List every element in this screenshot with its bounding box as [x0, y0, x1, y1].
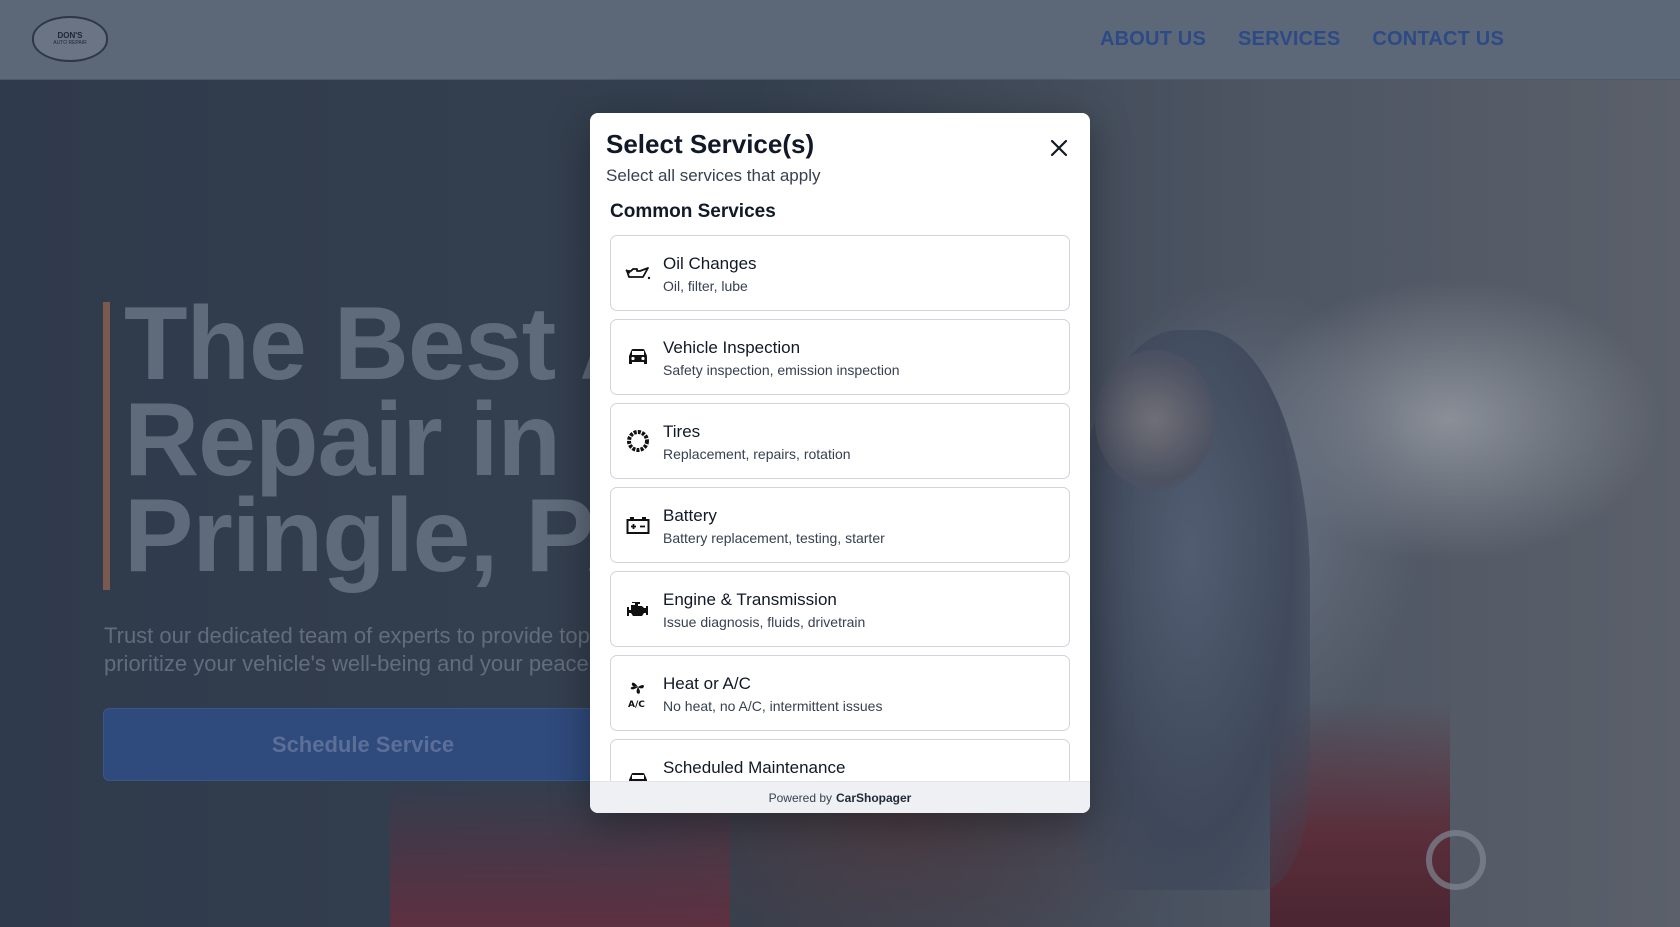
modal-footer: Powered by CarShopager — [590, 781, 1090, 813]
tire-icon — [625, 428, 651, 454]
battery-icon — [625, 512, 651, 538]
site-logo[interactable]: DON'S AUTO REPAIR — [32, 16, 108, 62]
title-accent-bar — [103, 302, 110, 590]
car-icon — [625, 768, 651, 781]
schedule-service-button[interactable]: Schedule Service — [103, 708, 623, 781]
close-button[interactable] — [1044, 133, 1074, 163]
service-list[interactable]: Oil Changes Oil, filter, lube Vehicle In… — [610, 235, 1070, 781]
service-option-battery[interactable]: Battery Battery replacement, testing, st… — [610, 487, 1070, 563]
engine-icon — [625, 596, 651, 622]
modal-subtitle: Select all services that apply — [606, 166, 821, 185]
service-option-heat-ac[interactable]: A/C Heat or A/C No heat, no A/C, intermi… — [610, 655, 1070, 731]
nav-contact-us[interactable]: CONTACT US — [1372, 28, 1504, 51]
service-option-oil-changes[interactable]: Oil Changes Oil, filter, lube — [610, 235, 1070, 311]
oil-can-icon — [625, 260, 651, 286]
service-option-scheduled-maintenance[interactable]: Scheduled Maintenance — [610, 739, 1070, 781]
service-option-vehicle-inspection[interactable]: Vehicle Inspection Safety inspection, em… — [610, 319, 1070, 395]
carshopager-link[interactable]: CarShopager — [836, 791, 911, 805]
service-option-engine-transmission[interactable]: Engine & Transmission Issue diagnosis, f… — [610, 571, 1070, 647]
close-icon — [1050, 139, 1068, 157]
nav-services[interactable]: SERVICES — [1238, 28, 1340, 51]
main-nav: ABOUT US SERVICES CONTACT US — [1100, 28, 1504, 51]
svg-text:A/C: A/C — [628, 700, 645, 708]
top-navigation: DON'S AUTO REPAIR ABOUT US SERVICES CONT… — [0, 0, 1680, 80]
select-services-modal: Select Service(s) Select all services th… — [590, 113, 1090, 813]
nav-about-us[interactable]: ABOUT US — [1100, 28, 1206, 51]
section-title: Common Services — [610, 201, 776, 222]
hero-description: Trust our dedicated team of experts to p… — [104, 623, 624, 676]
modal-title: Select Service(s) — [606, 129, 815, 159]
service-option-tires[interactable]: Tires Replacement, repairs, rotation — [610, 403, 1070, 479]
mopar-logo — [1426, 830, 1486, 890]
fan-ac-icon: A/C — [625, 678, 651, 708]
car-icon — [625, 344, 651, 370]
